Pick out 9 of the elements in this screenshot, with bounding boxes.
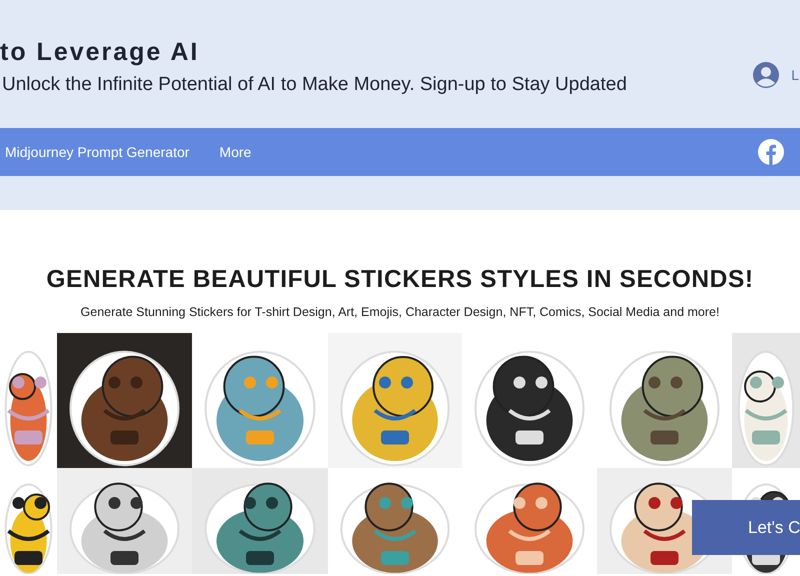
site-tagline: Unlock the Infinite Potential of AI to Make Money. Sign-up to Stay Updated [2,73,627,97]
facebook-icon[interactable] [758,139,784,165]
nav-link[interactable]: More [219,142,252,162]
page-heading: GENERATE BEAUTIFUL STICKERS STYLES IN SECONDS! [46,265,754,295]
nav-link[interactable]: Midjourney Prompt Generator [5,142,190,162]
site-title: to Leverage AI [0,37,200,68]
page-subheading: Generate Stunning Stickers for T-shirt Design, Art, Emojis, Character Design, NFT, Comics, Social Media and more! [80,304,720,321]
login-link[interactable]: L [791,64,800,86]
account-icon[interactable] [753,62,780,88]
